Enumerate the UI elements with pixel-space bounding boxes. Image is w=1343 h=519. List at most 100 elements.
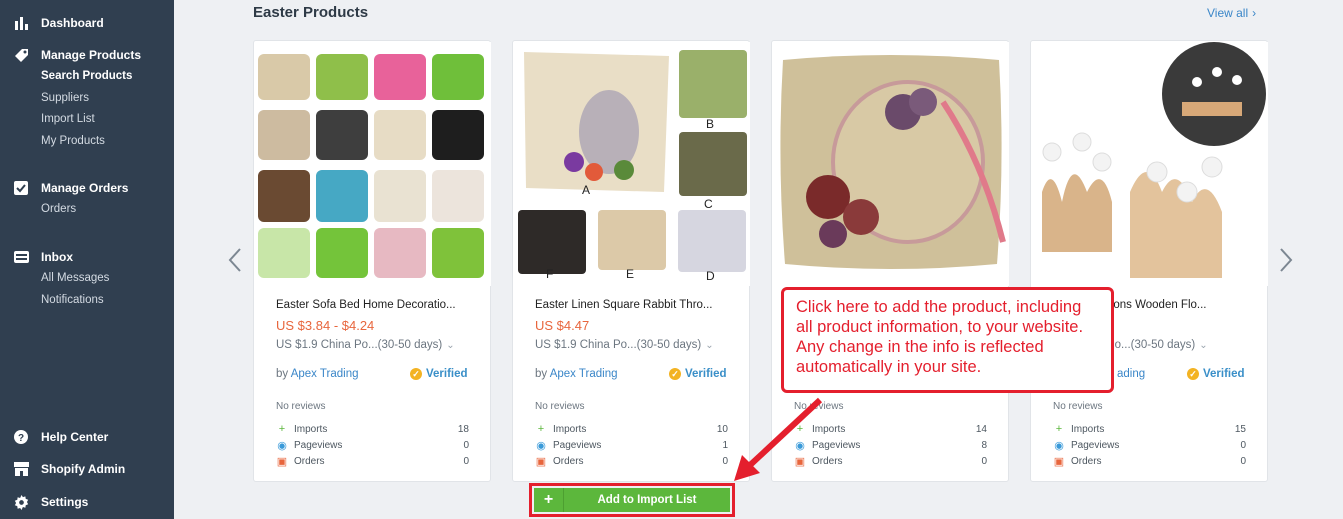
- chevron-down-icon: ⌄: [446, 340, 455, 351]
- supplier-link[interactable]: ading: [1117, 368, 1145, 380]
- nav-help-group: ? Help Center: [0, 426, 174, 448]
- plus-icon: +: [278, 423, 286, 435]
- view-all-link[interactable]: View all ›: [1207, 6, 1256, 20]
- sidebar-item-search-products[interactable]: Search Products: [0, 66, 174, 88]
- product-price: US $4.47: [535, 318, 590, 333]
- sidebar-item-settings[interactable]: Settings: [0, 491, 174, 513]
- pageviews-label: Pageviews: [294, 440, 343, 451]
- gear-icon: [12, 494, 30, 510]
- chevron-left-icon: [228, 248, 241, 272]
- chevron-down-icon: ⌄: [1199, 340, 1208, 351]
- sidebar-item-notifications[interactable]: Notifications: [0, 290, 174, 312]
- product-image[interactable]: [773, 42, 1009, 286]
- product-card[interactable]: orations Wooden Flo... na Po...(30-50 da…: [1030, 40, 1268, 482]
- carousel-prev-button[interactable]: [228, 247, 242, 273]
- product-title[interactable]: Easter Sofa Bed Home Decoratio...: [276, 299, 456, 311]
- verified-badge: ✓ Verified: [410, 368, 468, 380]
- chevron-down-icon: ⌄: [705, 340, 714, 351]
- carousel-next-button[interactable]: [1279, 247, 1293, 273]
- sidebar-item-inbox[interactable]: Inbox: [0, 246, 174, 268]
- plus-icon: +: [534, 488, 564, 512]
- orders-stat: ▣ Orders 0: [276, 455, 469, 468]
- shipping-select[interactable]: US $1.9 China Po...(30-50 days) ⌄: [276, 339, 455, 351]
- pageviews-label: Pageviews: [553, 440, 602, 451]
- pillow-grid-image: [255, 42, 491, 286]
- product-image[interactable]: [255, 42, 491, 286]
- imports-label: Imports: [294, 423, 328, 435]
- orders-label: Orders: [294, 456, 325, 467]
- eye-icon: ◉: [1054, 440, 1064, 452]
- add-to-import-list-button[interactable]: + Add to Import List: [529, 483, 735, 517]
- nav-shopify-group: Shopify Admin: [0, 458, 174, 480]
- reviews-text: No reviews: [535, 401, 585, 412]
- orders-stat: ▣ Orders 0: [535, 455, 728, 468]
- sidebar-item-my-products[interactable]: My Products: [0, 131, 174, 153]
- inbox-icon: [12, 249, 30, 265]
- wooden-flowers-image: [1032, 42, 1268, 286]
- sidebar-item-import-list[interactable]: Import List: [0, 109, 174, 131]
- imports-label: Imports: [1071, 423, 1105, 435]
- sidebar-item-label: Manage Products: [41, 48, 142, 62]
- orders-icon: ▣: [535, 456, 547, 468]
- imports-count: 14: [975, 423, 987, 435]
- chevron-right-icon: [1280, 248, 1293, 272]
- product-image[interactable]: A B C F E D: [514, 42, 750, 286]
- sidebar-item-help-center[interactable]: ? Help Center: [0, 426, 174, 448]
- product-image[interactable]: [1032, 42, 1268, 286]
- svg-text:A: A: [582, 183, 590, 197]
- floral-pillow-image: [773, 42, 1009, 286]
- svg-text:B: B: [706, 117, 714, 131]
- by-label: by: [276, 368, 289, 380]
- check-badge-icon: ✓: [1187, 368, 1199, 380]
- supplier-line: by Apex Trading: [535, 368, 617, 380]
- pageviews-count: 8: [981, 440, 987, 451]
- orders-count: 0: [463, 456, 469, 467]
- chevron-right-icon: ›: [1252, 6, 1257, 20]
- imports-count: 18: [457, 423, 469, 435]
- question-icon: ?: [12, 429, 30, 445]
- orders-icon: ▣: [276, 456, 288, 468]
- pageviews-stat: ◉ Pageviews 0: [276, 439, 469, 452]
- verified-label: Verified: [426, 368, 468, 380]
- shipping-text: US $1.9 China Po...(30-50 days): [276, 339, 443, 351]
- sidebar-item-manage-products[interactable]: Manage Products: [0, 44, 174, 66]
- sidebar-item-orders[interactable]: Orders: [0, 199, 174, 221]
- supplier-link[interactable]: Apex Trading: [291, 368, 359, 380]
- product-card[interactable]: A B C F E D Easter Linen Square Rabbit T…: [512, 40, 750, 482]
- verified-badge: ✓ Verified: [669, 368, 727, 380]
- add-button-body[interactable]: + Add to Import List: [534, 488, 730, 512]
- sidebar-item-suppliers[interactable]: Suppliers: [0, 88, 174, 110]
- plus-icon: +: [1055, 423, 1063, 435]
- plus-icon: +: [537, 423, 545, 435]
- sidebar-item-manage-orders[interactable]: Manage Orders: [0, 177, 174, 199]
- orders-stat: ▣ Orders 0: [1053, 455, 1246, 468]
- verified-badge: ✓ Verified: [1187, 368, 1245, 380]
- verified-label: Verified: [1203, 368, 1245, 380]
- product-card[interactable]: Easter Sofa Bed Home Decoratio... US $3.…: [253, 40, 491, 482]
- imports-stat: + Imports 10: [535, 423, 728, 435]
- orders-count: 0: [1240, 456, 1246, 467]
- supplier-line: by Apex Trading: [276, 368, 358, 380]
- check-badge-icon: ✓: [669, 368, 681, 380]
- check-badge-icon: ✓: [410, 368, 422, 380]
- sidebar-item-shopify-admin[interactable]: Shopify Admin: [0, 458, 174, 480]
- supplier-link[interactable]: Apex Trading: [550, 368, 618, 380]
- pageviews-label: Pageviews: [1071, 440, 1120, 451]
- pageviews-count: 1: [722, 440, 728, 451]
- svg-text:F: F: [546, 267, 553, 281]
- reviews-text: No reviews: [276, 401, 326, 412]
- svg-text:D: D: [706, 269, 715, 283]
- svg-text:?: ?: [18, 433, 24, 444]
- sidebar-item-label: Dashboard: [41, 16, 104, 30]
- product-title[interactable]: Easter Linen Square Rabbit Thro...: [535, 299, 713, 311]
- sidebar-item-dashboard[interactable]: Dashboard: [0, 12, 174, 34]
- pageviews-stat: ◉ Pageviews 0: [1053, 439, 1246, 452]
- shipping-select[interactable]: US $1.9 China Po...(30-50 days) ⌄: [535, 339, 714, 351]
- sidebar-item-all-messages[interactable]: All Messages: [0, 268, 174, 290]
- orders-icon: ▣: [1053, 456, 1065, 468]
- pageviews-count: 0: [463, 440, 469, 451]
- imports-stat: + Imports 18: [276, 423, 469, 435]
- supplier-line: ading: [1117, 368, 1145, 380]
- pageviews-stat: ◉ Pageviews 1: [535, 439, 728, 452]
- view-all-label: View all: [1207, 6, 1249, 20]
